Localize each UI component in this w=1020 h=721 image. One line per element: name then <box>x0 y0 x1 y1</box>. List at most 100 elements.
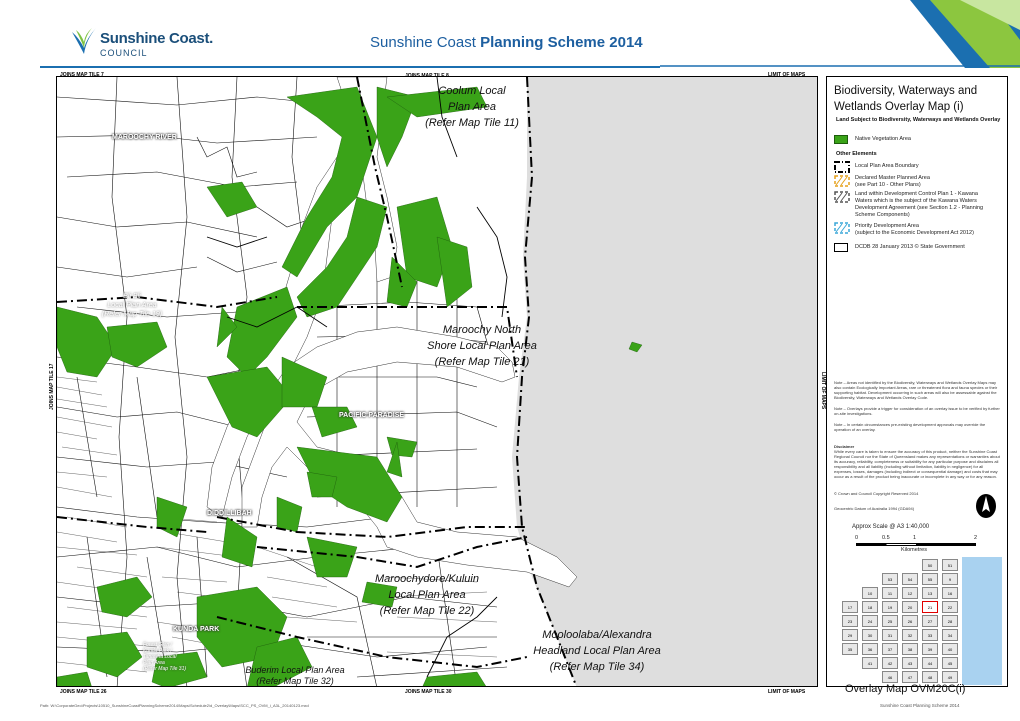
footer-path: Path: W:\CorporateGeo\Projects\10510_Sun… <box>40 703 309 708</box>
native-veg-swatch <box>834 135 848 144</box>
legend-scale: Approx Scale @ A3 1:40,000 <box>852 524 930 530</box>
tile-key-cell: 36 <box>862 643 878 655</box>
legend-native-veg: Native Vegetation Area <box>855 136 911 142</box>
legend-title-line2: Wetlands Overlay Map (i) <box>834 101 964 113</box>
tile-key-cell: 17 <box>842 601 858 613</box>
label-bli-bli-line1: Bli Bli <box>123 293 141 300</box>
tile-key-cell: 45 <box>942 657 958 669</box>
tile-key-cell: 34 <box>942 629 958 641</box>
local-plan-boundary-icon <box>834 161 850 173</box>
label-buderim-line1: Buderim Local Plan Area <box>245 665 345 675</box>
scale-bar-graphic <box>856 543 976 546</box>
label-maroochy-north-line2: Shore Local Plan Area <box>427 340 537 352</box>
priority-development-icon <box>834 222 850 234</box>
tile-key-cell: 30 <box>862 629 878 641</box>
footer-scheme: Sunshine Coast Planning Scheme 2014 <box>880 703 960 708</box>
tile-key-cell: 44 <box>922 657 938 669</box>
tile-key-cell: 11 <box>882 587 898 599</box>
label-coolum-line3: (Refer Map Tile 11) <box>425 117 519 129</box>
legend-kawana-line4: Scheme Components) <box>855 212 910 218</box>
tile-key-cell: 33 <box>922 629 938 641</box>
tile-key-cell: 49 <box>942 671 958 683</box>
legend-title: Biodiversity, Waterways and Wetlands Ove… <box>834 83 977 115</box>
legend-declared-master-line1: Declared Master Planned Area <box>855 175 930 181</box>
tile-key-cell: 43 <box>902 657 918 669</box>
tile-key-cell: 37 <box>882 643 898 655</box>
outside-area <box>512 77 817 686</box>
scale-tick-3: 2 <box>974 535 978 541</box>
label-mooloolaba: Mooloolaba/Alexandra Headland Local Plan… <box>527 627 667 675</box>
tile-key-cell: 51 <box>942 559 958 571</box>
tile-key-cell: 39 <box>922 643 938 655</box>
tile-key-cell: 32 <box>902 629 918 641</box>
joins-left: JOINS MAP TILE 17 <box>49 363 55 410</box>
legend-datum: Geocentric Datum of Australia 1994 (GDA9… <box>834 506 915 511</box>
scheme-title-prefix: Sunshine Coast <box>370 34 481 51</box>
legend-section-heading: Land Subject to Biodiversity, Waterways … <box>836 117 1001 123</box>
declared-master-planned-icon <box>834 175 850 187</box>
label-buderim-line2: (Refer Map Tile 32) <box>256 676 334 686</box>
legend-kawana-line1: Land within Development Control Plan 1 -… <box>855 191 978 197</box>
place-pacific-paradise: PACIFIC PARADISE <box>339 412 405 419</box>
limit-bottom: LIMIT OF MAPS <box>768 689 806 695</box>
tile-key-cell: 10 <box>862 587 878 599</box>
place-diddillibah: DIDDILLIBAH <box>207 510 252 517</box>
legend-priority-line2: (subject to the Economic Development Act… <box>855 230 974 236</box>
header-chevron-graphic <box>660 0 1020 68</box>
label-mooloolaba-line1: Mooloolaba/Alexandra <box>542 629 652 641</box>
place-kunda-park: KUNDA PARK <box>173 626 220 633</box>
tile-key-cell: 46 <box>882 671 898 683</box>
scheme-title: Sunshine Coast Planning Scheme 2014 <box>370 34 643 51</box>
scheme-title-bold: Planning Scheme 2014 <box>480 34 643 51</box>
scale-bar: 0 0.5 1 2 Kilometres <box>855 535 1005 555</box>
header-rule <box>40 66 660 68</box>
tile-key-cell: 18 <box>862 601 878 613</box>
legend-panel: Biodiversity, Waterways and Wetlands Ove… <box>826 76 1008 687</box>
label-bli-bli-line2: Local Plan Area <box>107 302 157 309</box>
overlay-map-id: Overlay Map OVM20C(i) <box>845 683 966 695</box>
tile-key-grid: 1236789101112131617181920212223242526272… <box>834 557 1002 685</box>
label-maroochydore-line3: (Refer Map Tile 22) <box>379 605 475 617</box>
tile-key-cell: 26 <box>902 615 918 627</box>
legend-kawana-line3: Development Agreement (see Section 1.2 -… <box>855 205 984 211</box>
logo-mark-icon <box>72 28 96 54</box>
tile-key-cell: 40 <box>942 643 958 655</box>
legend-copyright: © Crown and Council Copyright Reserved 2… <box>834 491 919 496</box>
joins-bottom-left: JOINS MAP TILE 26 <box>60 689 107 695</box>
label-bli-bli-line3: (Refer Map Tile 19) <box>101 311 163 318</box>
label-maroochydore-line2: Local Plan Area <box>388 589 466 601</box>
kawana-dcp-icon <box>834 191 850 203</box>
tile-key-cell: 16 <box>942 587 958 599</box>
label-buderim: Buderim Local Plan Area (Refer Map Tile … <box>225 665 365 686</box>
label-maroochy-north-line1: Maroochy North <box>442 324 522 336</box>
tile-key-cell: 50 <box>922 559 938 571</box>
legend-other-heading: Other Elements <box>836 151 877 157</box>
legend-declared-master-line2: (see Part 10 - Other Plans) <box>855 182 921 188</box>
label-mooloolaba-line2: Headland Local Plan Area <box>533 645 661 657</box>
tile-key-cell: 41 <box>862 657 878 669</box>
scale-tick-1: 0.5 <box>882 535 890 541</box>
logo-wordmark: Sunshine Coast. <box>100 30 214 47</box>
label-mooloolaba-line3: (Refer Map Tile 34) <box>549 661 645 673</box>
logo-subtitle: COUNCIL <box>100 48 148 58</box>
joins-bottom-mid: JOINS MAP TILE 30 <box>405 689 452 695</box>
label-maroochy-north: Maroochy North Shore Local Plan Area (Re… <box>417 322 547 370</box>
legend-disclaimer: While every care is taken to ensure the … <box>834 449 1000 479</box>
legend-priority-line1: Priority Development Area <box>855 223 919 229</box>
label-maroochy-north-line3: (Refer Map Tile 21) <box>434 356 530 368</box>
tile-key-cell: 54 <box>902 573 918 585</box>
map-panel[interactable]: Coolum Local Plan Area (Refer Map Tile 1… <box>56 76 818 687</box>
tile-key-cell: 23 <box>842 615 858 627</box>
label-maroochydore: Maroochydore/Kuluin Local Plan Area (Ref… <box>362 571 492 619</box>
tile-key-cell: 48 <box>922 671 938 683</box>
legend-declared-master: Declared Master Planned Area (see Part 1… <box>855 175 930 189</box>
label-bli-bli: Bli Bli Local Plan Area (Refer Map Tile … <box>92 292 172 319</box>
label-coolum: Coolum Local Plan Area (Refer Map Tile 1… <box>412 83 532 131</box>
tile-key-cell: 12 <box>902 587 918 599</box>
scale-tick-2: 1 <box>913 535 917 541</box>
tile-key-cell: 53 <box>882 573 898 585</box>
tile-key-cell: 24 <box>862 615 878 627</box>
tile-key-cell: 27 <box>922 615 938 627</box>
scale-unit: Kilometres <box>901 547 927 553</box>
tile-key-cell: 35 <box>842 643 858 655</box>
